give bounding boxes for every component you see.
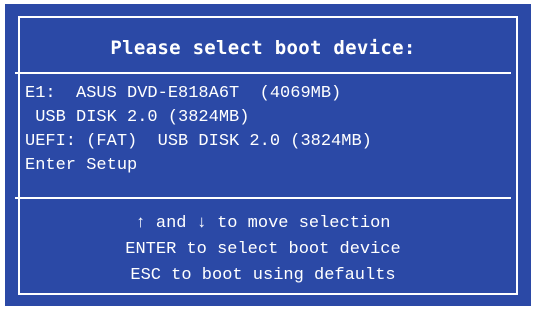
boot-device-list: E1: ASUS DVD-E818A6T (4069MB) USB DISK 2… [25,82,505,178]
boot-item-uefi-usb-disk[interactable]: UEFI: (FAT) USB DISK 2.0 (3824MB) [25,130,505,154]
hint-enter: ENTER to select boot device [125,240,401,259]
key-hints: ↑ and ↓ to move selection ENTER to selec… [13,211,513,289]
hint-esc: ESC to boot using defaults [130,266,396,285]
boot-menu-title: Please select boot device: [110,37,416,59]
title-divider [15,72,511,74]
hints-divider [15,197,511,199]
hint-navigate: ↑ and ↓ to move selection [135,214,391,233]
boot-item-usb-disk[interactable]: USB DISK 2.0 (3824MB) [25,106,505,130]
boot-item-dvd[interactable]: E1: ASUS DVD-E818A6T (4069MB) [25,82,505,106]
bios-screen: Please select boot device: E1: ASUS DVD-… [0,0,536,310]
boot-item-enter-setup[interactable]: Enter Setup [25,154,505,178]
